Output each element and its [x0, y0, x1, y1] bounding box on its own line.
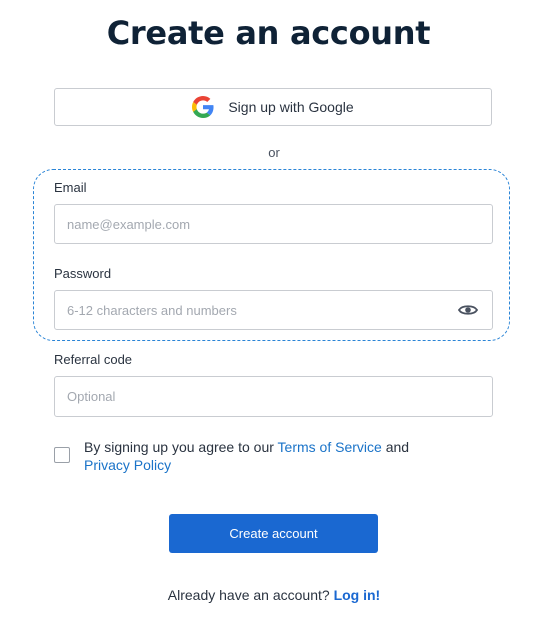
google-signup-label: Sign up with Google	[228, 99, 354, 115]
password-field[interactable]	[54, 290, 493, 330]
divider-or: or	[268, 145, 280, 160]
login-link[interactable]: Log in!	[334, 587, 381, 603]
google-logo-icon	[192, 96, 214, 118]
show-password-eye-icon[interactable]	[457, 300, 479, 320]
email-label: Email	[54, 180, 87, 195]
terms-text: By signing up you agree to our Terms of …	[84, 438, 464, 474]
google-signup-button[interactable]: Sign up with Google	[54, 88, 492, 126]
referral-label: Referral code	[54, 352, 133, 367]
referral-code-field[interactable]	[54, 376, 493, 417]
login-prompt-line: Already have an account? Log in!	[0, 587, 537, 603]
login-prompt: Already have an account?	[167, 587, 330, 603]
password-label: Password	[54, 266, 112, 281]
page-title: Create an account	[106, 14, 431, 52]
email-field[interactable]	[54, 204, 493, 244]
create-account-button[interactable]: Create account	[169, 514, 378, 553]
terms-conjunction: and	[385, 439, 410, 455]
terms-of-service-link[interactable]: Terms of Service	[278, 439, 382, 455]
terms-checkbox[interactable]	[54, 447, 70, 463]
privacy-policy-link[interactable]: Privacy Policy	[84, 457, 171, 473]
terms-prefix: By signing up you agree to our	[84, 439, 274, 455]
